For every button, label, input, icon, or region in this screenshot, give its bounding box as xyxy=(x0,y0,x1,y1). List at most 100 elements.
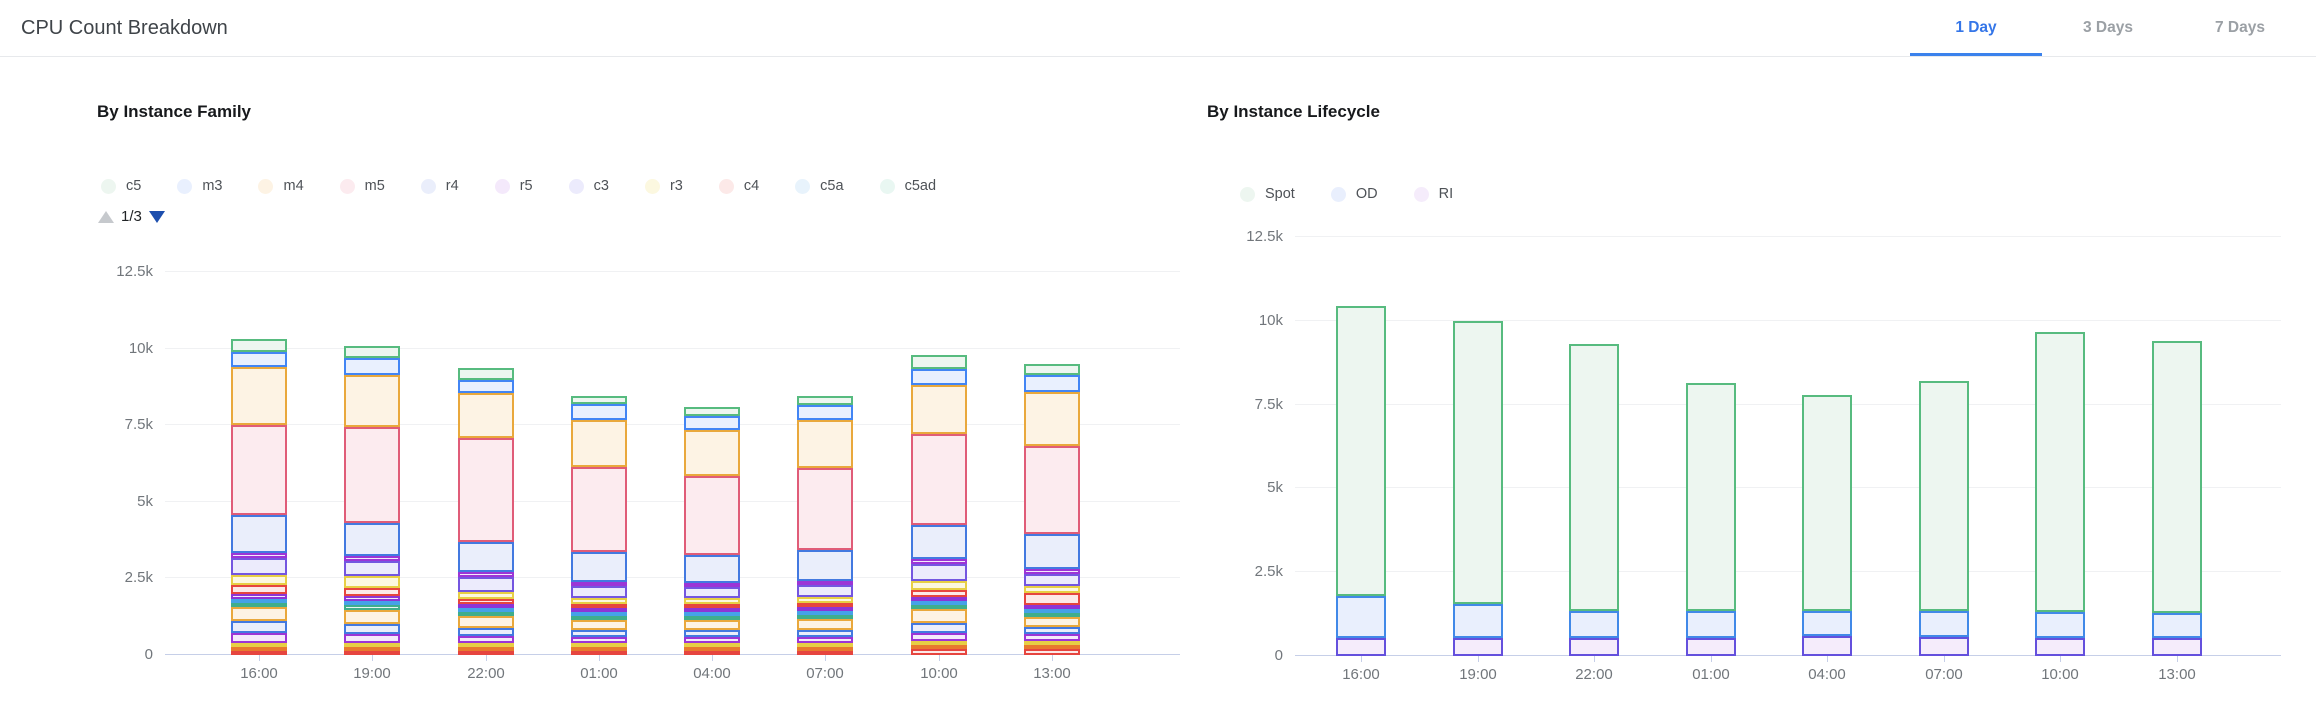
bar-segment-unlabeled[interactable] xyxy=(571,630,627,637)
bar-segment-r4[interactable] xyxy=(797,550,853,581)
bar-segment-Spot[interactable] xyxy=(1802,395,1852,611)
bar-segment-Spot[interactable] xyxy=(1686,383,1736,611)
bar-segment-r3[interactable] xyxy=(1024,586,1080,593)
bar-segment-m4[interactable] xyxy=(458,393,514,438)
bar-segment-Spot[interactable] xyxy=(1919,381,1969,611)
bar-13:00[interactable] xyxy=(1024,364,1080,655)
bar-22:00[interactable] xyxy=(1569,344,1619,656)
bar-segment-unlabeled[interactable] xyxy=(797,630,853,637)
bar-segment-unlabeled[interactable] xyxy=(797,619,853,629)
bar-segment-r3[interactable] xyxy=(344,576,400,588)
bar-segment-m5[interactable] xyxy=(797,468,853,551)
bar-04:00[interactable] xyxy=(684,407,740,655)
bar-segment-unlabeled[interactable] xyxy=(1024,617,1080,627)
bar-segment-unlabeled[interactable] xyxy=(458,636,514,643)
bar-segment-m3[interactable] xyxy=(344,358,400,375)
bar-segment-c5[interactable] xyxy=(911,355,967,369)
bar-22:00[interactable] xyxy=(458,368,514,655)
bar-segment-unlabeled[interactable] xyxy=(911,609,967,623)
bar-segment-unlabeled[interactable] xyxy=(344,634,400,643)
bar-segment-c4[interactable] xyxy=(231,585,287,594)
bar-01:00[interactable] xyxy=(571,396,627,655)
bar-segment-Spot[interactable] xyxy=(1569,344,1619,611)
bar-segment-c3[interactable] xyxy=(231,558,287,576)
bar-segment-OD[interactable] xyxy=(1336,596,1386,638)
bar-segment-r4[interactable] xyxy=(684,555,740,583)
bar-segment-c5[interactable] xyxy=(684,407,740,416)
bar-segment-r4[interactable] xyxy=(458,542,514,572)
bar-segment-c3[interactable] xyxy=(797,585,853,597)
bar-segment-RI[interactable] xyxy=(1802,636,1852,656)
bar-segment-c4[interactable] xyxy=(1024,593,1080,605)
bar-segment-c5[interactable] xyxy=(571,396,627,405)
bar-segment-m3[interactable] xyxy=(458,380,514,393)
bar-segment-m3[interactable] xyxy=(797,405,853,420)
bar-segment-m3[interactable] xyxy=(684,416,740,430)
bar-segment-Spot[interactable] xyxy=(1453,321,1503,604)
bar-segment-r3[interactable] xyxy=(458,592,514,599)
legend-page-down-icon[interactable] xyxy=(149,211,165,223)
bar-segment-RI[interactable] xyxy=(1569,638,1619,656)
bar-segment-unlabeled[interactable] xyxy=(231,621,287,633)
bar-segment-c5[interactable] xyxy=(344,346,400,358)
bar-segment-unlabeled[interactable] xyxy=(911,633,967,641)
bar-segment-RI[interactable] xyxy=(2152,638,2202,656)
bar-segment-r4[interactable] xyxy=(344,523,400,556)
bar-segment-unlabeled[interactable] xyxy=(458,628,514,636)
bar-segment-c5[interactable] xyxy=(797,396,853,405)
bar-segment-r4[interactable] xyxy=(1024,534,1080,569)
bar-segment-r3[interactable] xyxy=(231,575,287,585)
bar-segment-unlabeled[interactable] xyxy=(458,616,514,628)
bar-segment-OD[interactable] xyxy=(1919,611,1969,637)
bar-07:00[interactable] xyxy=(797,396,853,655)
legend-item-c5a[interactable]: c5a xyxy=(795,178,843,194)
bar-segment-c3[interactable] xyxy=(684,587,740,598)
bar-13:00[interactable] xyxy=(2152,341,2202,656)
bar-segment-m4[interactable] xyxy=(911,385,967,435)
bar-segment-RI[interactable] xyxy=(1919,637,1969,656)
bar-segment-unlabeled[interactable] xyxy=(1024,627,1080,634)
bar-segment-unlabeled[interactable] xyxy=(684,620,740,630)
bar-segment-c5[interactable] xyxy=(458,368,514,380)
bar-segment-RI[interactable] xyxy=(2035,638,2085,656)
bar-19:00[interactable] xyxy=(1453,321,1503,656)
bar-segment-unlabeled[interactable] xyxy=(911,623,967,633)
bar-segment-m4[interactable] xyxy=(344,375,400,427)
bar-segment-m3[interactable] xyxy=(231,352,287,367)
bar-segment-m4[interactable] xyxy=(571,420,627,467)
bar-segment-m4[interactable] xyxy=(797,420,853,468)
bar-segment-OD[interactable] xyxy=(1453,604,1503,638)
bar-segment-c5[interactable] xyxy=(1024,364,1080,375)
legend-item-OD[interactable]: OD xyxy=(1331,186,1378,202)
bar-segment-m5[interactable] xyxy=(344,427,400,523)
bar-segment-c3[interactable] xyxy=(911,564,967,581)
bar-16:00[interactable] xyxy=(231,339,287,655)
bar-segment-unlabeled[interactable] xyxy=(344,624,400,634)
bar-segment-r3[interactable] xyxy=(911,581,967,590)
legend-item-c5[interactable]: c5 xyxy=(101,178,141,194)
bar-segment-unlabeled[interactable] xyxy=(684,630,740,637)
bar-segment-c4[interactable] xyxy=(911,590,967,597)
legend-item-m5[interactable]: m5 xyxy=(340,178,385,194)
legend-item-r5[interactable]: r5 xyxy=(495,178,533,194)
bar-segment-Spot[interactable] xyxy=(2152,341,2202,613)
bar-segment-OD[interactable] xyxy=(2035,612,2085,638)
bar-segment-m4[interactable] xyxy=(231,367,287,425)
bar-segment-Spot[interactable] xyxy=(2035,332,2085,612)
bar-segment-OD[interactable] xyxy=(1686,611,1736,638)
bar-segment-Spot[interactable] xyxy=(1336,306,1386,596)
bar-segment-m5[interactable] xyxy=(571,467,627,552)
bar-segment-m5[interactable] xyxy=(911,434,967,525)
bar-segment-m3[interactable] xyxy=(571,404,627,420)
bar-segment-RI[interactable] xyxy=(1686,638,1736,656)
legend-item-c4[interactable]: c4 xyxy=(719,178,759,194)
bar-segment-OD[interactable] xyxy=(1802,611,1852,636)
bar-segment-m4[interactable] xyxy=(684,430,740,476)
bar-segment-r4[interactable] xyxy=(571,552,627,582)
legend-page-up-icon[interactable] xyxy=(98,211,114,223)
bar-19:00[interactable] xyxy=(344,346,400,655)
bar-16:00[interactable] xyxy=(1336,306,1386,656)
bar-10:00[interactable] xyxy=(2035,332,2085,656)
bar-segment-OD[interactable] xyxy=(2152,613,2202,638)
legend-item-m4[interactable]: m4 xyxy=(258,178,303,194)
